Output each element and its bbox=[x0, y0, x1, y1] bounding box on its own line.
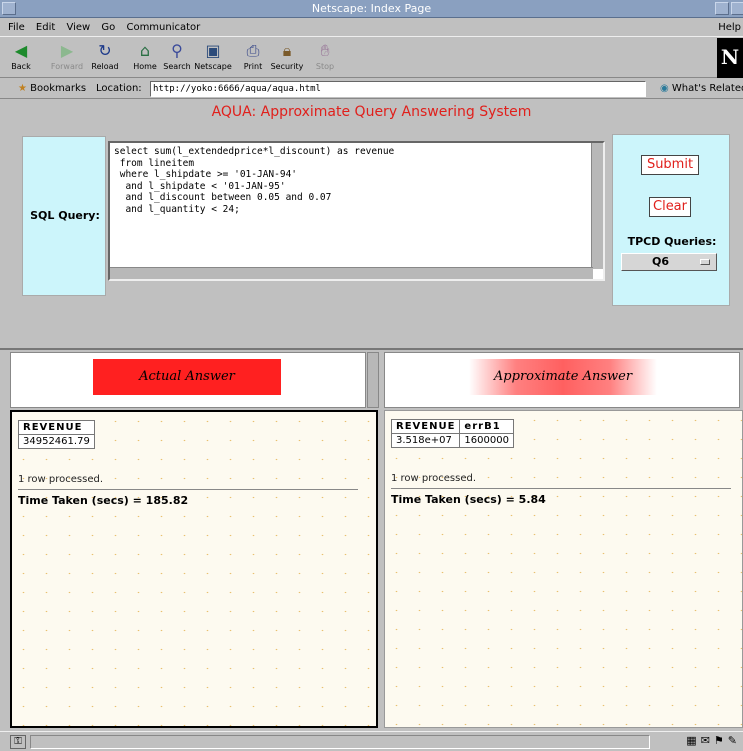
search-label: Search bbox=[163, 62, 191, 71]
menu-file[interactable]: File bbox=[8, 22, 25, 33]
netscape-icon: ▣ bbox=[205, 41, 221, 60]
security-icon: 🔒︎ bbox=[282, 41, 292, 60]
back-button[interactable]: ◀ Back bbox=[2, 39, 40, 77]
netscape-logo[interactable]: N bbox=[717, 38, 743, 78]
actual-result-table: REVENUE 34952461.79 bbox=[18, 420, 95, 449]
bookmarks-icon: ★ bbox=[18, 83, 27, 94]
lock-icon[interactable]: ⚿ bbox=[10, 735, 26, 749]
sql-query-text: select sum(l_extendedprice*l_discount) a… bbox=[114, 146, 395, 215]
security-button[interactable]: 🔒︎ Security bbox=[268, 39, 306, 77]
location-url-input[interactable] bbox=[150, 81, 646, 97]
location-bar: ★ Bookmarks Location: ◉ What's Related bbox=[0, 79, 743, 99]
stop-button[interactable]: ✋︎ Stop bbox=[306, 39, 344, 77]
app-title: AQUA: Approximate Query Answering System bbox=[211, 104, 532, 120]
sql-horizontal-scrollbar[interactable] bbox=[110, 267, 593, 279]
forward-button[interactable]: ▶ Forward bbox=[48, 39, 86, 77]
search-button[interactable]: ⚲ Search bbox=[158, 39, 196, 77]
approximate-result-frame: REVENUE errB1 3.518e+07 1600000 1 row pr… bbox=[384, 410, 743, 728]
reload-icon: ↻ bbox=[98, 41, 112, 60]
status-bar: ⚿ ▦✉⚑✎ bbox=[0, 731, 743, 751]
controls-panel: Submit Clear TPCD Queries: Q6 bbox=[612, 134, 730, 306]
time-taken-text: Time Taken (secs) = 185.82 bbox=[18, 494, 189, 507]
time-taken-text: Time Taken (secs) = 5.84 bbox=[391, 493, 546, 506]
approximate-answer-banner: Approximate Answer bbox=[469, 359, 657, 395]
table-header: REVENUE bbox=[390, 419, 461, 434]
print-label: Print bbox=[243, 62, 263, 71]
sql-label-panel: SQL Query: bbox=[22, 136, 106, 296]
back-icon: ◀ bbox=[14, 41, 28, 60]
menu-edit[interactable]: Edit bbox=[36, 22, 55, 33]
bookmarks-label: Bookmarks bbox=[30, 83, 87, 94]
option-menu-icon bbox=[700, 259, 710, 265]
forward-icon: ▶ bbox=[60, 41, 74, 60]
submit-button[interactable]: Submit bbox=[641, 155, 699, 175]
security-label: Security bbox=[270, 62, 304, 71]
location-label: Location: bbox=[96, 83, 142, 94]
actual-result-frame: REVENUE 34952461.79 1 row processed. Tim… bbox=[10, 410, 378, 728]
back-label: Back bbox=[11, 62, 31, 71]
approximate-answer-header: Approximate Answer bbox=[384, 352, 740, 408]
window-title: Netscape: Index Page bbox=[311, 2, 432, 15]
reload-button[interactable]: ↻ Reload bbox=[86, 39, 124, 77]
menu-help[interactable]: Help bbox=[718, 19, 741, 36]
search-icon: ⚲ bbox=[171, 41, 183, 60]
netscape-button[interactable]: ▣ Netscape bbox=[194, 39, 232, 77]
divider bbox=[391, 488, 731, 489]
print-button[interactable]: ⎙ Print bbox=[234, 39, 272, 77]
status-text-field bbox=[30, 735, 650, 749]
navigation-toolbar: ◀ Back ▶ Forward ↻ Reload ⌂ Home ⚲ Searc… bbox=[0, 36, 743, 78]
maximize-icon[interactable] bbox=[731, 2, 743, 15]
whats-related-icon: ◉ bbox=[660, 83, 669, 94]
print-icon: ⎙ bbox=[246, 41, 260, 60]
sql-vertical-scrollbar[interactable] bbox=[591, 143, 603, 269]
whats-related-label: What's Related bbox=[671, 83, 743, 94]
actual-header-scrollbar[interactable] bbox=[367, 352, 379, 408]
tpcd-queries-label: TPCD Queries: bbox=[627, 235, 717, 248]
table-header: REVENUE bbox=[18, 420, 95, 435]
minimize-icon[interactable] bbox=[715, 2, 729, 15]
netscape-label: Netscape bbox=[194, 62, 232, 71]
table-cell: 34952461.79 bbox=[18, 434, 95, 449]
menu-communicator[interactable]: Communicator bbox=[126, 22, 200, 33]
table-header: errB1 bbox=[459, 419, 514, 434]
sql-query-textarea[interactable]: select sum(l_extendedprice*l_discount) a… bbox=[108, 141, 605, 281]
rows-processed-text: 1 row processed. bbox=[391, 473, 477, 484]
actual-answer-banner: Actual Answer bbox=[93, 359, 281, 395]
divider bbox=[18, 489, 358, 490]
table-cell: 3.518e+07 bbox=[390, 433, 461, 448]
table-cell: 1600000 bbox=[459, 433, 514, 448]
window-title-bar: Netscape: Index Page bbox=[0, 0, 743, 18]
query-frame: AQUA: Approximate Query Answering System… bbox=[0, 100, 743, 350]
tpcd-query-select[interactable]: Q6 bbox=[621, 253, 717, 271]
stop-label: Stop bbox=[315, 62, 335, 71]
actual-answer-header: Actual Answer bbox=[10, 352, 366, 408]
home-icon: ⌂ bbox=[139, 41, 151, 60]
menu-go[interactable]: Go bbox=[101, 22, 115, 33]
sql-query-label: SQL Query: bbox=[30, 209, 100, 222]
whats-related-button[interactable]: ◉ What's Related bbox=[660, 79, 743, 99]
component-bar-icons[interactable]: ▦✉⚑✎ bbox=[686, 734, 741, 747]
forward-label: Forward bbox=[50, 62, 84, 71]
menu-bar: File Edit View Go Communicator Help bbox=[0, 19, 743, 36]
approximate-result-table: REVENUE errB1 3.518e+07 1600000 bbox=[390, 419, 514, 448]
rows-processed-text: 1 row processed. bbox=[18, 474, 104, 485]
window-menu-icon[interactable] bbox=[2, 2, 16, 15]
tpcd-selected-value: Q6 bbox=[652, 255, 670, 268]
stop-icon: ✋︎ bbox=[320, 41, 330, 60]
clear-button[interactable]: Clear bbox=[649, 197, 691, 217]
reload-label: Reload bbox=[91, 62, 119, 71]
menu-view[interactable]: View bbox=[66, 22, 90, 33]
bookmarks-button[interactable]: ★ Bookmarks bbox=[18, 79, 86, 99]
